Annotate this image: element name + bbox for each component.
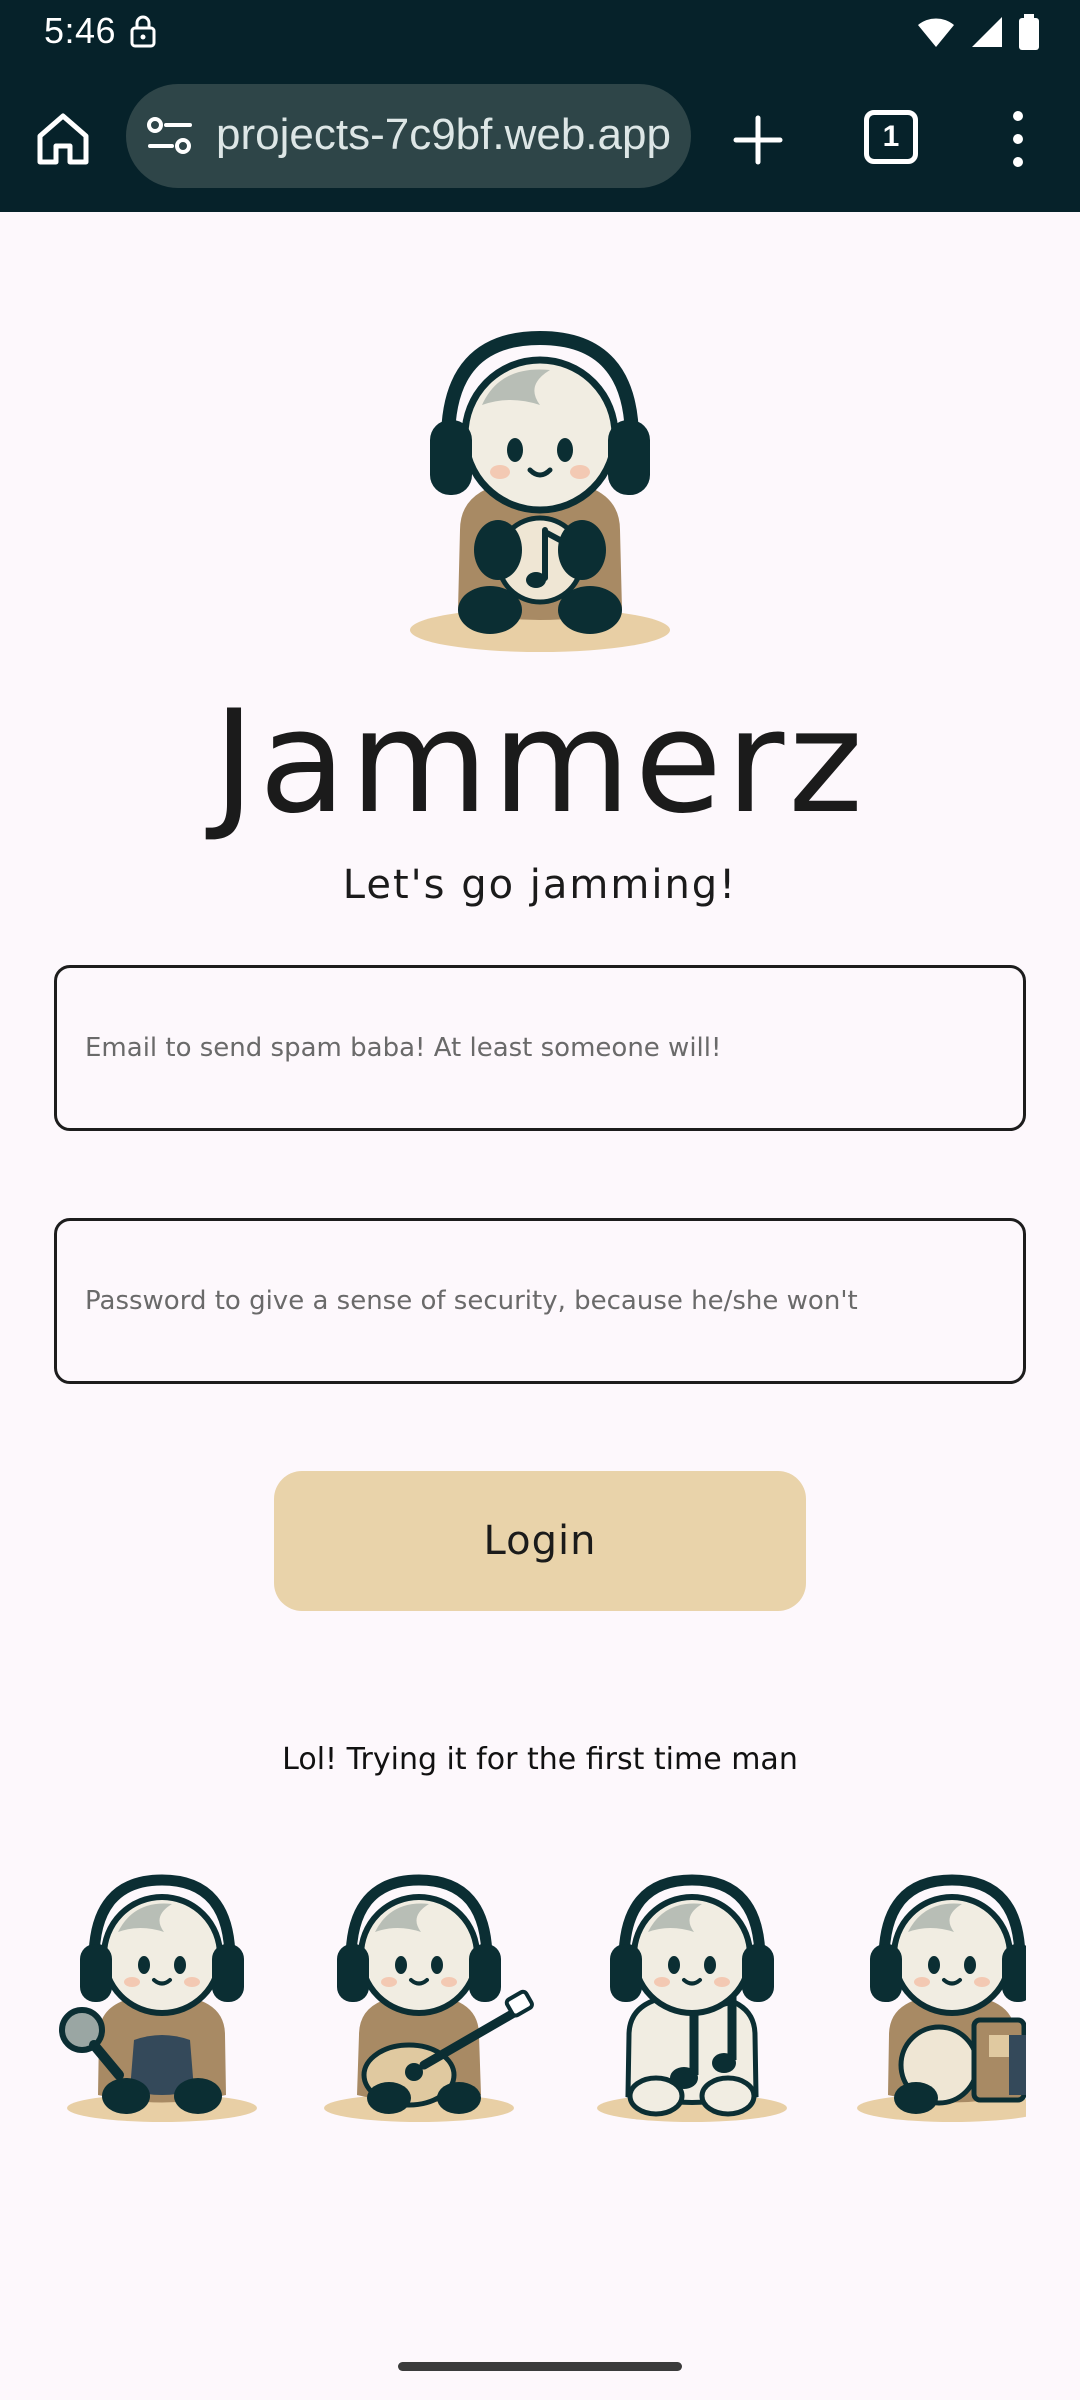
tagline: Let's go jamming!	[342, 862, 738, 908]
app-title: Jammerz	[213, 680, 867, 845]
wifi-icon	[918, 18, 954, 47]
password-field[interactable]	[54, 1218, 1026, 1384]
first-time-text: Lol! Trying it for the first time man	[282, 1742, 798, 1777]
mascot-guitarist-image	[324, 1874, 534, 2122]
password-input[interactable]	[85, 1221, 995, 1381]
status-bar: 5:46	[0, 0, 1080, 76]
url-text[interactable]: projects-7c9bf.web.app	[216, 110, 671, 160]
plus-icon[interactable]	[730, 112, 786, 168]
login-button[interactable]: Login	[274, 1471, 806, 1611]
email-field[interactable]	[54, 965, 1026, 1131]
battery-icon	[1019, 14, 1039, 50]
site-info-icon[interactable]	[146, 114, 194, 158]
status-time: 5:46	[44, 10, 117, 51]
more-vertical-icon[interactable]	[1000, 106, 1036, 172]
lock-icon	[130, 15, 156, 48]
browser-toolbar: projects-7c9bf.web.app 1	[0, 76, 1080, 212]
tab-switcher-icon[interactable]: 1	[864, 110, 918, 164]
cellular-signal-icon	[972, 17, 1002, 47]
gesture-home-indicator[interactable]	[398, 2362, 682, 2371]
mascot-drummer-image	[857, 1874, 1026, 2122]
mascot-carousel	[54, 1860, 1026, 2130]
home-icon[interactable]	[34, 110, 92, 168]
mascot-singer-image	[59, 1874, 257, 2122]
address-bar[interactable]: projects-7c9bf.web.app	[126, 84, 691, 188]
tab-count: 1	[882, 120, 900, 153]
status-icons	[916, 14, 1040, 50]
mascot-music-note-image	[597, 1874, 787, 2122]
hero-mascot-image	[410, 330, 670, 652]
email-input[interactable]	[85, 968, 995, 1128]
